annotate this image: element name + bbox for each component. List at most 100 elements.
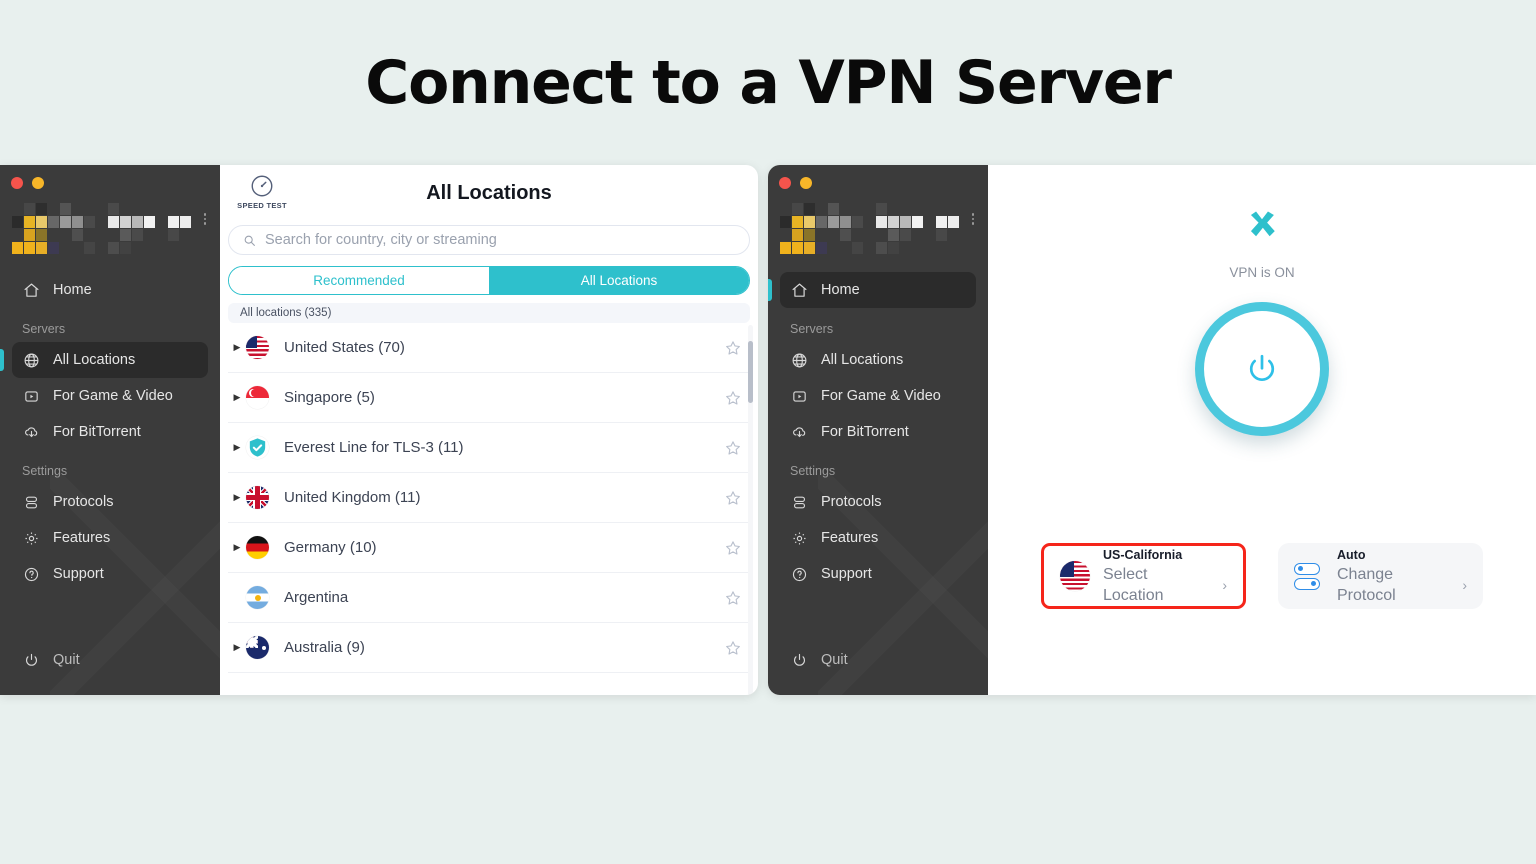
protocol-card-subtitle: Change Protocol [1337, 566, 1396, 604]
sidebar-section-servers: Servers [22, 322, 66, 336]
favorite-star-icon[interactable] [724, 389, 742, 407]
more-options-button[interactable] [203, 213, 206, 225]
vpn-power-button[interactable] [1195, 302, 1329, 436]
sidebar-item-label: Features [821, 530, 879, 546]
favorite-star-icon[interactable] [724, 589, 742, 607]
list-item[interactable]: Argentina [228, 573, 750, 623]
question-circle-icon [790, 565, 808, 583]
sidebar-item-protocols[interactable]: Protocols [12, 484, 208, 520]
more-options-button[interactable] [971, 213, 974, 225]
chevron-right-icon: › [1222, 576, 1227, 593]
tab-recommended[interactable]: Recommended [229, 267, 489, 294]
select-location-card[interactable]: US-California Select Location › [1041, 543, 1246, 609]
locations-sidebar-nav: Home Servers All Locations For Game & Vi… [0, 272, 220, 592]
quit-button[interactable]: Quit [780, 651, 858, 669]
sidebar-item-label: Support [53, 566, 104, 582]
brand-logo [768, 189, 988, 254]
favorite-star-icon[interactable] [724, 639, 742, 657]
play-square-icon [22, 387, 40, 405]
sidebar-item-label: Support [821, 566, 872, 582]
protocols-icon [790, 493, 808, 511]
sidebar-item-for-game-video[interactable]: For Game & Video [780, 378, 976, 414]
list-item[interactable]: ▶ Singapore (5) [228, 373, 750, 423]
sidebar-item-label: Protocols [53, 494, 114, 510]
sidebar-item-for-game-video[interactable]: For Game & Video [12, 378, 208, 414]
protocol-card-text: Auto Change Protocol › [1337, 546, 1467, 606]
expand-caret-icon[interactable]: ▶ [228, 642, 246, 653]
sidebar-item-label: Home [821, 282, 860, 298]
traffic-lights [768, 165, 988, 189]
favorite-star-icon[interactable] [724, 489, 742, 507]
location-tabs: Recommended All Locations [228, 266, 750, 295]
favorite-star-icon[interactable] [724, 439, 742, 457]
gauge-icon [249, 173, 275, 199]
location-name: Everest Line for TLS-3 (11) [284, 439, 464, 456]
locations-list[interactable]: ▶ United States (70) ▶ Singapore (5) ▶ E… [220, 323, 758, 695]
list-item[interactable]: ▶ United States (70) [228, 323, 750, 373]
protocol-card-title: Auto [1337, 548, 1366, 562]
expand-caret-icon[interactable]: ▶ [228, 542, 246, 553]
quit-button[interactable]: Quit [12, 651, 90, 669]
sidebar-item-label: For BitTorrent [821, 424, 909, 440]
sidebar-item-label: For Game & Video [821, 388, 941, 404]
page-title: Connect to a VPN Server [365, 48, 1172, 118]
home-icon [790, 281, 808, 299]
sidebar-section-servers: Servers [790, 322, 834, 336]
sidebar-item-support[interactable]: Support [12, 556, 208, 592]
search-icon [244, 235, 255, 246]
quit-label: Quit [821, 652, 848, 668]
us-flag [246, 336, 269, 359]
expand-caret-icon[interactable]: ▶ [228, 492, 246, 503]
sidebar-item-protocols[interactable]: Protocols [780, 484, 976, 520]
location-name: Germany (10) [284, 539, 377, 556]
location-name: Australia (9) [284, 639, 365, 656]
power-icon [1249, 354, 1275, 381]
brand-logo [0, 189, 220, 254]
sidebar-item-features[interactable]: Features [780, 520, 976, 556]
sidebar-item-home[interactable]: Home [768, 272, 976, 308]
location-name: Singapore (5) [284, 389, 375, 406]
sidebar-item-support[interactable]: Support [780, 556, 976, 592]
sidebar-item-label: For Game & Video [53, 388, 173, 404]
sidebar-item-all-locations[interactable]: All Locations [780, 342, 976, 378]
expand-caret-icon[interactable]: ▶ [228, 342, 246, 353]
location-name: United Kingdom (11) [284, 489, 421, 506]
globe-icon [22, 351, 40, 369]
expand-caret-icon[interactable]: ▶ [228, 442, 246, 453]
change-protocol-card[interactable]: Auto Change Protocol › [1278, 543, 1483, 609]
quit-label: Quit [53, 652, 80, 668]
speed-test-label: SPEED TEST [237, 201, 287, 210]
scrollbar-thumb[interactable] [748, 341, 753, 403]
home-icon [22, 281, 40, 299]
home-sidebar-nav: Home Servers All Locations For Game & Vi… [768, 272, 988, 592]
favorite-star-icon[interactable] [724, 339, 742, 357]
sidebar-item-label: All Locations [53, 352, 136, 368]
speed-test-button[interactable]: SPEED TEST [234, 173, 290, 210]
sidebar-item-label: Home [53, 282, 92, 298]
locations-header: SPEED TEST All Locations [220, 165, 758, 225]
list-item[interactable]: ▶ Everest Line for TLS-3 (11) [228, 423, 750, 473]
sidebar-section-settings: Settings [22, 464, 68, 478]
expand-caret-icon[interactable]: ▶ [228, 392, 246, 403]
minimize-window-button[interactable] [800, 177, 812, 189]
list-scrollbar[interactable] [748, 325, 753, 695]
list-item[interactable]: ▶ Australia (9) [228, 623, 750, 673]
sidebar-item-all-locations[interactable]: All Locations [0, 342, 208, 378]
search-input[interactable]: Search for country, city or streaming [228, 225, 750, 255]
home-panel: VPN is ON US-California Select Location [988, 165, 1536, 695]
locations-window: Home Servers All Locations For Game & Vi… [0, 165, 758, 695]
favorite-star-icon[interactable] [724, 539, 742, 557]
close-window-button[interactable] [11, 177, 23, 189]
tab-all-locations[interactable]: All Locations [489, 267, 749, 294]
sidebar-item-for-bittorrent[interactable]: For BitTorrent [780, 414, 976, 450]
sidebar-item-for-bittorrent[interactable]: For BitTorrent [12, 414, 208, 450]
list-item[interactable]: ▶ Germany (10) [228, 523, 750, 573]
sidebar-item-home[interactable]: Home [12, 272, 208, 308]
location-card-subtitle-row: Select Location › [1103, 564, 1227, 606]
sidebar-item-features[interactable]: Features [12, 520, 208, 556]
chevron-right-icon: › [1462, 576, 1467, 593]
shield-check-icon [246, 436, 269, 459]
minimize-window-button[interactable] [32, 177, 44, 189]
close-window-button[interactable] [779, 177, 791, 189]
list-item[interactable]: ▶ United Kingdom (11) [228, 473, 750, 523]
